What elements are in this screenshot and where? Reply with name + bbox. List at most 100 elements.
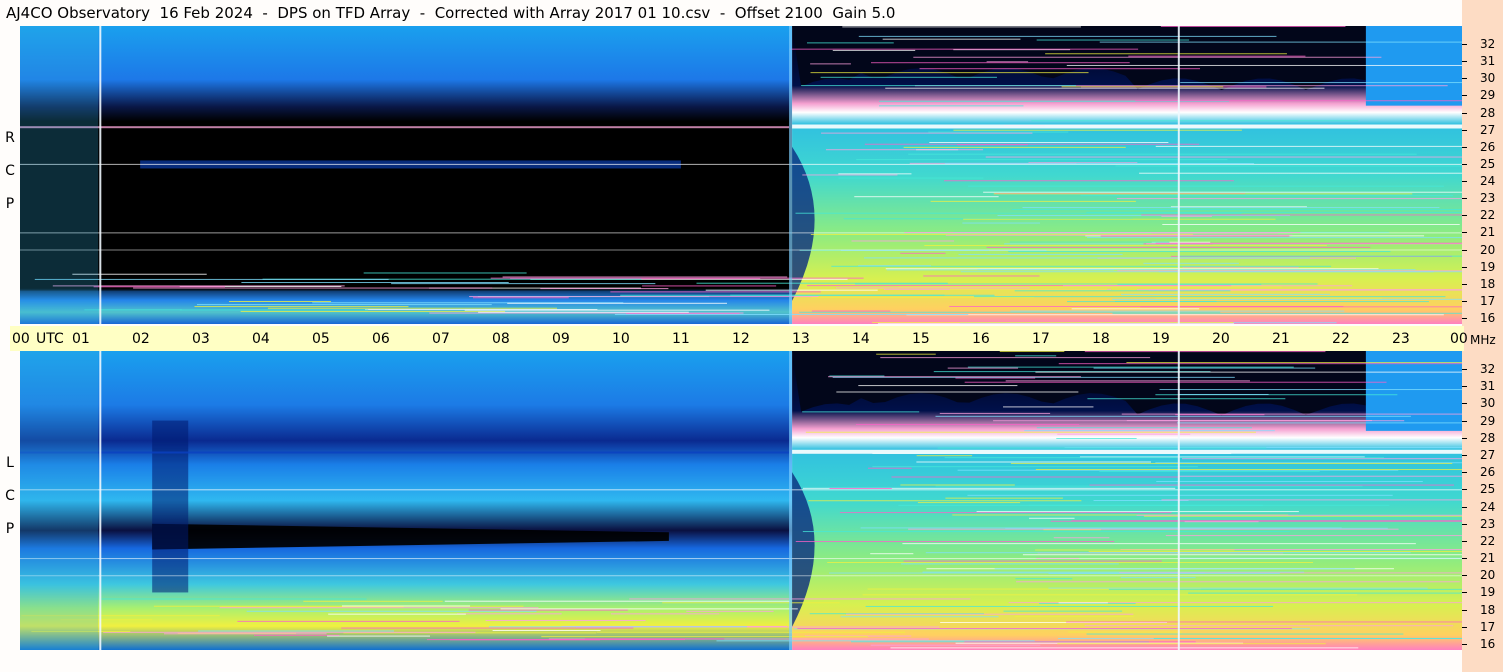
frequency-tick-mark <box>1462 215 1467 217</box>
frequency-tick-mark <box>1462 523 1467 525</box>
utc-tick-label: 18 <box>1092 331 1110 347</box>
utc-tick-label: 06 <box>372 331 390 347</box>
frequency-tick-mark <box>1462 489 1467 491</box>
utc-tick-label: 15 <box>912 331 930 347</box>
frequency-tick-label-rcp: 26 <box>1480 139 1496 154</box>
utc-tick-label: 20 <box>1212 331 1230 347</box>
utc-tick-label: 10 <box>612 331 630 347</box>
frequency-tick-label-rcp: 28 <box>1480 105 1496 120</box>
frequency-tick-mark <box>1462 420 1467 422</box>
frequency-tick-mark <box>1462 403 1467 405</box>
frequency-tick-label-lcp: 22 <box>1480 533 1496 548</box>
frequency-tick-mark <box>1462 129 1467 131</box>
frequency-tick-mark <box>1462 181 1467 182</box>
utc-tick-label: 11 <box>672 331 690 347</box>
rcp-letter-r: R <box>5 130 15 146</box>
lcp-label: L C P <box>0 455 20 545</box>
interference-band <box>792 449 1462 454</box>
frequency-tick-mark <box>1462 506 1467 508</box>
utc-tick-label: 22 <box>1332 331 1350 347</box>
frequency-tick-label-rcp: 17 <box>1480 293 1496 308</box>
frequency-tick-label-lcp: 21 <box>1480 551 1496 566</box>
frequency-tick-label-lcp: 26 <box>1480 465 1496 480</box>
frequency-tick-mark <box>1462 95 1467 97</box>
frequency-tick-label-rcp: 32 <box>1480 37 1496 51</box>
utc-tick-label: 08 <box>492 331 510 347</box>
utc-tick-label: 17 <box>1032 331 1050 347</box>
frequency-tick-mark <box>1462 249 1467 251</box>
frequency-tick-label-lcp: 18 <box>1480 602 1496 617</box>
frequency-tick-mark <box>1462 44 1467 45</box>
frequency-tick-label-lcp: 24 <box>1480 499 1496 514</box>
frequency-tick-label-rcp: 27 <box>1480 122 1496 137</box>
utc-tick-label: 09 <box>552 331 570 347</box>
utc-tick-label: 19 <box>1152 331 1170 347</box>
marker-line <box>1177 26 1180 324</box>
frequency-tick-label-rcp: 18 <box>1480 276 1496 291</box>
marker-line <box>99 351 102 650</box>
frequency-tick-mark <box>1462 198 1467 200</box>
utc-tick-label: 23 <box>1392 331 1410 347</box>
frequency-tick-label-lcp: 17 <box>1480 619 1496 634</box>
frequency-tick-label-rcp: 25 <box>1480 156 1496 171</box>
utc-tick-label: 05 <box>312 331 330 347</box>
chart-title: AJ4CO Observatory 16 Feb 2024 - DPS on T… <box>6 4 896 22</box>
utc-label: UTC <box>36 331 64 347</box>
frequency-tick-mark <box>1462 61 1467 63</box>
frequency-tick-mark <box>1462 644 1467 645</box>
frequency-tick-mark <box>1462 78 1467 80</box>
frequency-tick-label-lcp: 16 <box>1480 637 1496 651</box>
utc-tick-label: 00 <box>12 331 30 347</box>
frequency-tick-mark <box>1462 558 1467 560</box>
frequency-tick-mark <box>1462 454 1467 456</box>
frequency-tick-label-lcp: 20 <box>1480 568 1496 583</box>
spectrogram-lcp <box>20 351 1462 650</box>
frequency-tick-label-rcp: 21 <box>1480 225 1496 240</box>
interference-band <box>792 124 1462 129</box>
frequency-tick-mark <box>1462 163 1467 165</box>
utc-tick-label: 13 <box>792 331 810 347</box>
rcp-letter-c: C <box>5 163 15 179</box>
rcp-label: R C P <box>0 130 20 220</box>
lcp-letter-p: P <box>5 521 15 537</box>
frequency-tick-mark <box>1462 300 1467 302</box>
night-region <box>20 351 793 650</box>
frequency-tick-mark <box>1462 369 1467 370</box>
rcp-letter-p: P <box>5 196 15 212</box>
frequency-tick-label-rcp: 22 <box>1480 208 1496 223</box>
absorption-region <box>96 133 746 287</box>
frequency-tick-label-rcp: 20 <box>1480 242 1496 257</box>
mhz-label: MHz <box>1470 333 1496 347</box>
frequency-tick-mark <box>1462 386 1467 388</box>
utc-tick-label: 21 <box>1272 331 1290 347</box>
utc-tick-label: 01 <box>72 331 90 347</box>
frequency-tick-mark <box>1462 592 1467 594</box>
frequency-tick-label-rcp: 19 <box>1480 259 1496 274</box>
frequency-tick-label-rcp: 23 <box>1480 191 1496 206</box>
frequency-tick-mark <box>1462 472 1467 474</box>
frequency-tick-label-rcp: 24 <box>1480 174 1496 188</box>
utc-tick-label: 14 <box>852 331 870 347</box>
utc-tick-label: 00 <box>1450 331 1468 347</box>
frequency-tick-mark <box>1462 626 1467 628</box>
frequency-tick-mark <box>1462 540 1467 542</box>
marker-line <box>99 26 102 324</box>
frequency-tick-label-lcp: 19 <box>1480 585 1496 600</box>
spectrogram-rcp <box>20 26 1462 324</box>
utc-tick-label: 02 <box>132 331 150 347</box>
frequency-tick-label-rcp: 16 <box>1480 311 1496 325</box>
frequency-tick-mark <box>1462 437 1467 439</box>
frequency-tick-label-lcp: 31 <box>1480 379 1496 394</box>
utc-tick-label: 12 <box>732 331 750 347</box>
frequency-tick-label-lcp: 23 <box>1480 516 1496 531</box>
frequency-tick-label-rcp: 31 <box>1480 54 1496 69</box>
frequency-tick-label-lcp: 29 <box>1480 413 1496 428</box>
frequency-tick-mark <box>1462 146 1467 148</box>
frequency-tick-label-lcp: 27 <box>1480 447 1496 462</box>
frequency-tick-mark <box>1462 112 1467 114</box>
frequency-tick-label-lcp: 30 <box>1480 396 1496 411</box>
frequency-tick-mark <box>1462 575 1467 577</box>
frequency-tick-mark <box>1462 609 1467 611</box>
lcp-letter-c: C <box>5 488 15 504</box>
frequency-tick-label-lcp: 32 <box>1480 362 1496 376</box>
